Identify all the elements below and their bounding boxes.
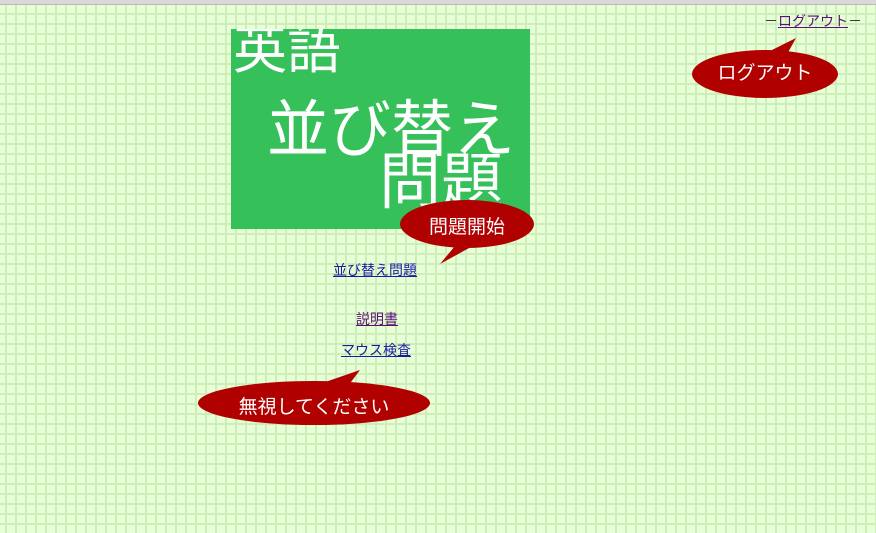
- callout-ignore-text: 無視してください: [238, 396, 390, 418]
- logout-link[interactable]: ログアウト: [778, 14, 848, 30]
- callout-logout-text: ログアウト: [717, 62, 813, 84]
- logout-callout: ログアウト: [692, 38, 840, 98]
- mouse-check-link[interactable]: マウス検査: [341, 340, 411, 360]
- logo-line-english: 英語: [233, 29, 341, 81]
- ignore-callout: 無視してください: [198, 370, 432, 426]
- window-top-edge: [0, 0, 876, 5]
- logout-row: －ログアウト－: [764, 11, 862, 31]
- dash-left: －: [764, 14, 778, 30]
- callout-start-text: 問題開始: [428, 216, 505, 238]
- start-callout: 問題開始: [400, 196, 536, 264]
- manual-link[interactable]: 説明書: [356, 309, 398, 329]
- dash-right: －: [848, 14, 862, 30]
